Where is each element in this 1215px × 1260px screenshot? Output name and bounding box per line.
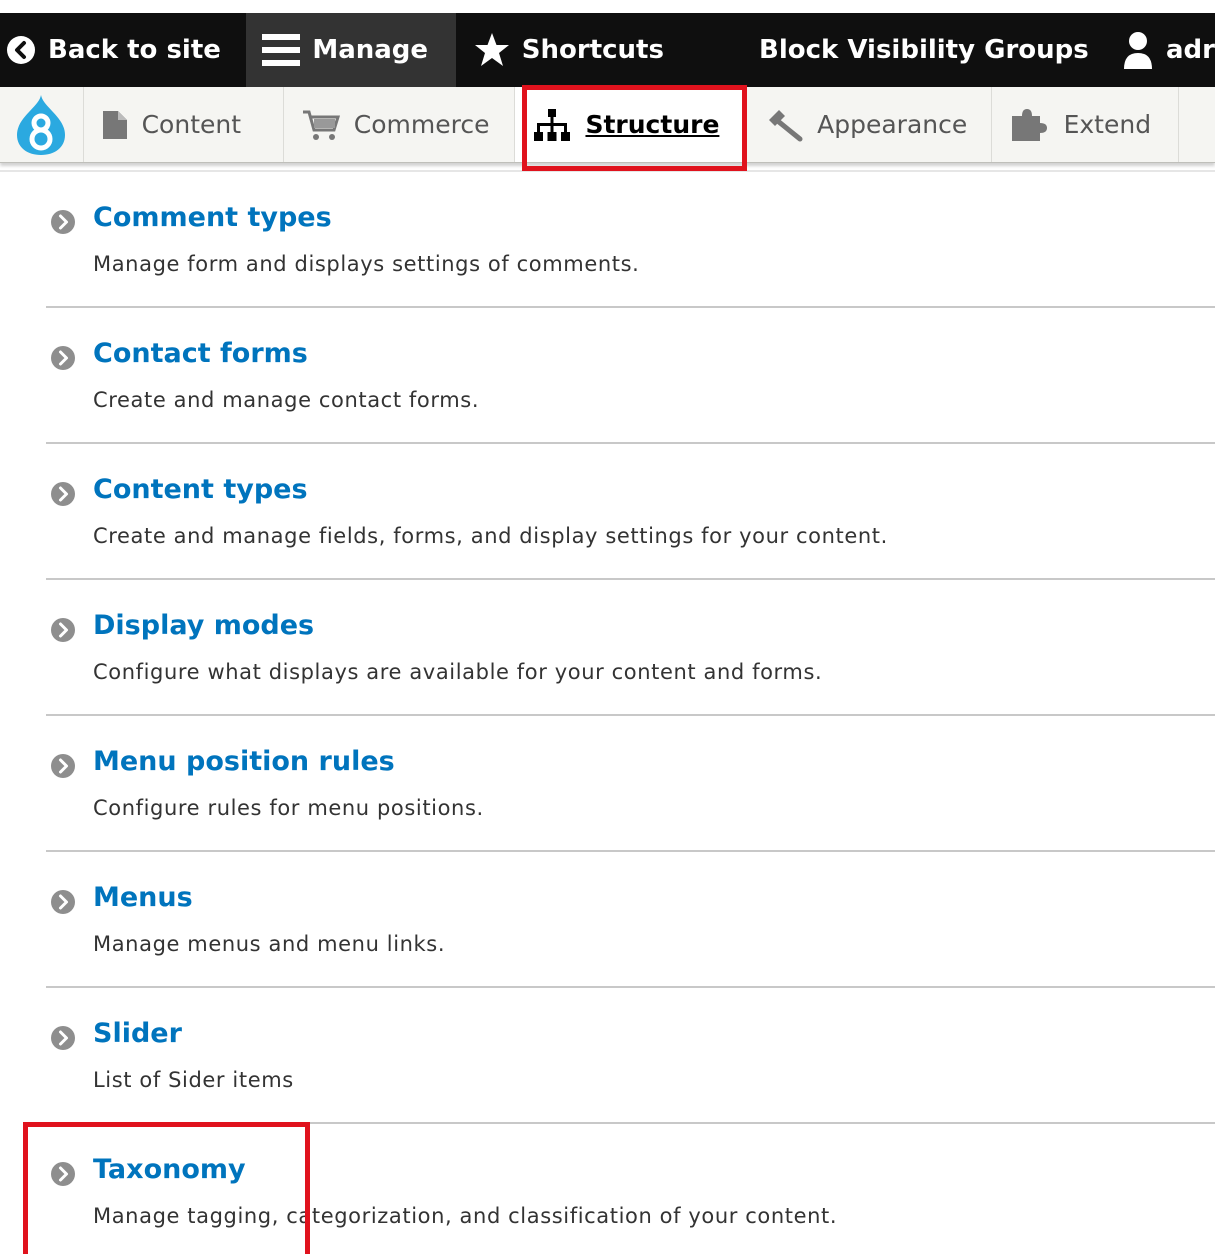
list-item-title-link[interactable]: Menu position rules xyxy=(93,746,395,777)
manage-tab[interactable]: Manage xyxy=(246,13,456,87)
star-icon xyxy=(474,32,510,68)
shortcuts-tab[interactable]: Shortcuts xyxy=(456,13,745,87)
list-item: Taxonomy Manage tagging, categorization,… xyxy=(46,1124,1215,1260)
list-item-description: Configure what displays are available fo… xyxy=(93,660,823,684)
list-item-title-link[interactable]: Slider xyxy=(93,1018,182,1049)
tray-item-content[interactable]: Content xyxy=(84,87,284,162)
block-visibility-groups-label: Block Visibility Groups xyxy=(759,35,1089,65)
sitemap-icon xyxy=(533,108,571,142)
chevron-right-circle-icon xyxy=(51,890,75,914)
tray-item-label: Extend xyxy=(1063,110,1152,139)
user-icon xyxy=(1122,31,1154,69)
tray-item-more[interactable] xyxy=(1179,87,1215,162)
chevron-right-circle-icon xyxy=(51,210,75,234)
list-item-description: Create and manage contact forms. xyxy=(93,388,480,412)
list-item: Slider List of Sider items xyxy=(46,988,1215,1124)
drupal-8-icon xyxy=(17,94,66,155)
list-item-description: Manage menus and menu links. xyxy=(93,932,446,956)
list-item: Menus Manage menus and menu links. xyxy=(46,852,1215,988)
back-to-site-label: Back to site xyxy=(48,35,221,65)
paintbrush-icon xyxy=(765,108,803,142)
list-item-title-link[interactable]: Menus xyxy=(93,882,193,913)
tray-item-structure[interactable]: Structure xyxy=(515,87,748,162)
list-item-title-link[interactable]: Contact forms xyxy=(93,338,308,369)
list-item-description: Configure rules for menu positions. xyxy=(93,796,484,820)
block-visibility-groups-tab[interactable]: Block Visibility Groups xyxy=(745,13,1114,87)
user-tab[interactable]: adr xyxy=(1114,13,1215,87)
tray-item-extend[interactable]: Extend xyxy=(992,87,1180,162)
chevron-right-circle-icon xyxy=(51,482,75,506)
tray-item-appearance[interactable]: Appearance xyxy=(747,87,992,162)
chevron-right-circle-icon xyxy=(51,1162,75,1186)
chevron-right-circle-icon xyxy=(51,754,75,778)
admin-tray: Content Commerce Structure Appearance Ex… xyxy=(0,87,1215,163)
user-label: adr xyxy=(1166,35,1215,65)
list-item: Display modes Configure what displays ar… xyxy=(46,580,1215,716)
list-item: Contact forms Create and manage contact … xyxy=(46,308,1215,444)
admin-list: Comment types Manage form and displays s… xyxy=(46,172,1215,1260)
list-item-description: Manage tagging, categorization, and clas… xyxy=(93,1204,838,1228)
tray-item-label: Structure xyxy=(585,110,720,139)
shortcuts-label: Shortcuts xyxy=(521,35,664,65)
drupal-logo[interactable] xyxy=(0,87,84,162)
tray-item-commerce[interactable]: Commerce xyxy=(284,87,516,162)
list-item: Comment types Manage form and displays s… xyxy=(46,172,1215,308)
tray-item-label: Commerce xyxy=(353,110,490,139)
hamburger-menu-icon xyxy=(262,32,301,68)
chevron-left-circle-icon xyxy=(6,35,36,65)
admin-toolbar: Back to site Manage Shortcuts Block Visi… xyxy=(0,13,1215,87)
chevron-right-circle-icon xyxy=(51,618,75,642)
list-item: Content types Create and manage fields, … xyxy=(46,444,1215,580)
manage-label: Manage xyxy=(312,35,429,65)
back-to-site-link[interactable]: Back to site xyxy=(0,13,246,87)
list-item-title-link[interactable]: Content types xyxy=(93,474,308,505)
list-item-description: Manage form and displays settings of com… xyxy=(93,252,640,276)
list-item-description: List of Sider items xyxy=(93,1068,294,1092)
file-icon xyxy=(102,110,128,140)
cart-icon xyxy=(302,108,340,142)
list-item-title-link[interactable]: Taxonomy xyxy=(93,1154,246,1185)
chevron-right-circle-icon xyxy=(51,346,75,370)
tray-item-label: Content xyxy=(141,110,242,139)
list-item-title-link[interactable]: Comment types xyxy=(93,202,332,233)
list-item: Menu position rules Configure rules for … xyxy=(46,716,1215,852)
chevron-right-circle-icon xyxy=(51,1026,75,1050)
list-item-description: Create and manage fields, forms, and dis… xyxy=(93,524,888,548)
puzzle-icon xyxy=(1010,108,1050,142)
tray-item-label: Appearance xyxy=(817,110,968,139)
list-item-title-link[interactable]: Display modes xyxy=(93,610,314,641)
